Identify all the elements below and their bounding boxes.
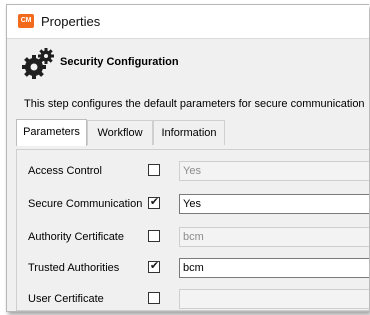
authority-certificate-input: bcm [179, 227, 369, 247]
section-title: Security Configuration [60, 56, 179, 68]
trusted-authorities-input[interactable]: bcm [179, 258, 369, 278]
tab-bar: Parameters Workflow Information [16, 119, 369, 146]
tab-workflow[interactable]: Workflow [87, 120, 153, 145]
gears-icon [22, 48, 54, 79]
field-label: User Certificate [28, 293, 104, 305]
field-label: Access Control [28, 165, 102, 177]
user-certificate-checkbox[interactable] [148, 292, 160, 304]
user-certificate-input [179, 289, 369, 309]
title-bar[interactable]: CM Properties [7, 5, 369, 39]
checkmark-icon: ✔ [149, 260, 160, 272]
checkmark-icon: ✔ [149, 196, 160, 208]
field-row-secure-communication: Secure Communication ✔ Yes [17, 194, 369, 216]
field-row-trusted-authorities: Trusted Authorities ✔ bcm [17, 258, 369, 280]
field-label: Trusted Authorities [28, 262, 120, 274]
access-control-checkbox[interactable] [148, 164, 160, 176]
parameters-panel: Access Control Yes Secure Communication … [16, 149, 369, 311]
window-title: Properties [41, 14, 101, 29]
field-label: Authority Certificate [28, 231, 124, 243]
tab-parameters[interactable]: Parameters [16, 119, 87, 146]
field-row-access-control: Access Control Yes [17, 161, 369, 183]
app-logo-icon: CM [18, 14, 34, 28]
step-header: Security Configuration This step configu… [7, 39, 369, 146]
step-description: This step configures the default paramet… [24, 98, 365, 110]
secure-communication-checkbox[interactable]: ✔ [148, 196, 160, 209]
field-label: Secure Communication [28, 198, 143, 210]
authority-certificate-checkbox[interactable] [148, 230, 160, 242]
properties-window: CM Properties Security Configuration Thi… [6, 4, 369, 312]
access-control-input: Yes [179, 161, 369, 181]
tab-information[interactable]: Information [153, 120, 225, 145]
field-row-authority-certificate: Authority Certificate bcm [17, 227, 369, 249]
secure-communication-input[interactable]: Yes [179, 194, 369, 214]
trusted-authorities-checkbox[interactable]: ✔ [148, 260, 160, 273]
field-row-user-certificate: User Certificate [17, 289, 369, 311]
